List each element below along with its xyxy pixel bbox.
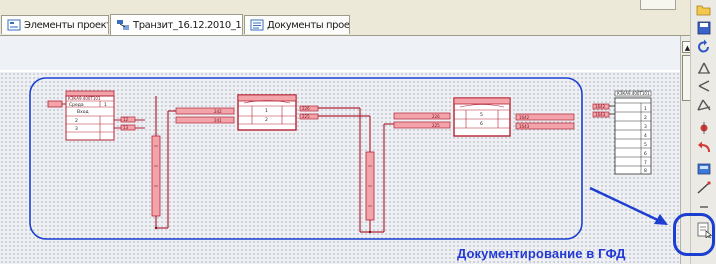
- right-block-pin: 1: [644, 106, 647, 112]
- right-block-pin: 3: [644, 124, 647, 130]
- right-block-pin: 7: [644, 160, 647, 166]
- right-block-pin: 4: [644, 133, 647, 139]
- left-block-row: Вход: [77, 109, 89, 115]
- left-output-connectors[interactable]: 12 13: [114, 116, 145, 131]
- annotation-arrow: [589, 186, 668, 225]
- flip-icon[interactable]: [695, 78, 713, 94]
- wire-label: 1642: [519, 115, 530, 120]
- middle-block-1[interactable]: 1 2: [237, 94, 297, 131]
- application-window: Элементы проекта Транзит_16.12.2010_15:5…: [0, 0, 716, 264]
- right-block-title: КЗКА9.400Т101: [617, 91, 650, 96]
- rotate-icon[interactable]: [695, 97, 713, 113]
- tab-transit[interactable]: Транзит_16.12.2010_15:51:59: [110, 14, 243, 35]
- wire-group-4[interactable]: 1642 1643: [515, 113, 575, 130]
- wire-label: 1643: [519, 124, 530, 129]
- middle-block-2-pin: 5: [480, 112, 483, 118]
- connector-label: 12: [123, 117, 129, 122]
- left-block-row: 2: [75, 118, 78, 124]
- middle-block-1-pin: 1: [265, 108, 268, 114]
- tab-label: Документы проекта: [267, 19, 350, 31]
- wire-label: 242: [214, 109, 222, 114]
- wire-label: 226: [432, 114, 440, 119]
- right-block-pin: 5: [644, 142, 647, 148]
- connector-label: 13: [123, 125, 129, 130]
- wire-label: 225: [302, 114, 310, 119]
- connector-label: 1642: [595, 104, 606, 109]
- refresh-icon[interactable]: [695, 39, 713, 55]
- left-block-pin: 1: [104, 102, 107, 108]
- tab-label: Транзит_16.12.2010_15:51:59: [133, 19, 242, 31]
- left-input-connector[interactable]: [47, 100, 66, 108]
- component-icon[interactable]: [695, 120, 713, 136]
- connector-label: 1643: [595, 112, 606, 117]
- horizontal-scroll-thumb[interactable]: [640, 0, 676, 10]
- wire-label: 225: [432, 123, 440, 128]
- right-block-pin: 2: [644, 115, 647, 121]
- wire-icon[interactable]: [695, 180, 713, 196]
- middle-block-2-pin: 6: [480, 121, 483, 127]
- left-block-title: КЗКА9.400Т101: [68, 96, 101, 101]
- open-folder-icon[interactable]: [695, 2, 713, 18]
- right-block-pin: 8: [644, 168, 647, 174]
- undo-icon[interactable]: [695, 140, 713, 156]
- transit-icon: [117, 20, 129, 30]
- right-block-pin: 6: [644, 151, 647, 157]
- left-block-row: 3: [75, 126, 78, 132]
- tab-bar: Элементы проекта Транзит_16.12.2010_15:5…: [0, 11, 690, 36]
- left-block-row: Среда: [69, 102, 84, 108]
- vertical-cable-1[interactable]: [151, 96, 176, 230]
- project-documents-icon: [250, 19, 264, 31]
- middle-block-1-pin: 2: [265, 117, 268, 123]
- annotation-label: Документирование в ГФД: [457, 246, 626, 261]
- tab-project-elements[interactable]: Элементы проекта: [1, 15, 109, 34]
- vertical-cable-2[interactable]: [359, 108, 394, 234]
- tab-label: Элементы проекта: [24, 19, 109, 31]
- separator-icon: [700, 206, 708, 208]
- save-icon[interactable]: [695, 20, 713, 36]
- middle-block-2[interactable]: 5 6: [453, 97, 511, 137]
- image-icon[interactable]: [695, 161, 713, 177]
- wire-label: 241: [214, 118, 222, 123]
- wire-label: 226: [302, 106, 310, 111]
- right-device-block[interactable]: КЗКА9.400Т101 1 2 3 4 5 6 7 8: [614, 90, 652, 175]
- right-toolbar: [690, 0, 716, 264]
- wire-group-3[interactable]: 226 225: [393, 112, 451, 129]
- right-input-connectors[interactable]: 1642 1643: [592, 103, 615, 118]
- schematic-diagram: КЗКА9.400Т101 Среда Вход 2 3 1 12 13 242…: [29, 77, 668, 240]
- wire-group-1[interactable]: 242 241: [175, 107, 235, 124]
- tab-project-documents[interactable]: Документы проекта: [244, 15, 350, 34]
- project-elements-icon: [7, 19, 21, 31]
- top-window-strip: [0, 0, 690, 11]
- left-device-block[interactable]: КЗКА9.400Т101 Среда Вход 2 3 1: [65, 90, 115, 141]
- align-icon[interactable]: [695, 60, 713, 76]
- document-gfd-icon[interactable]: [695, 222, 713, 238]
